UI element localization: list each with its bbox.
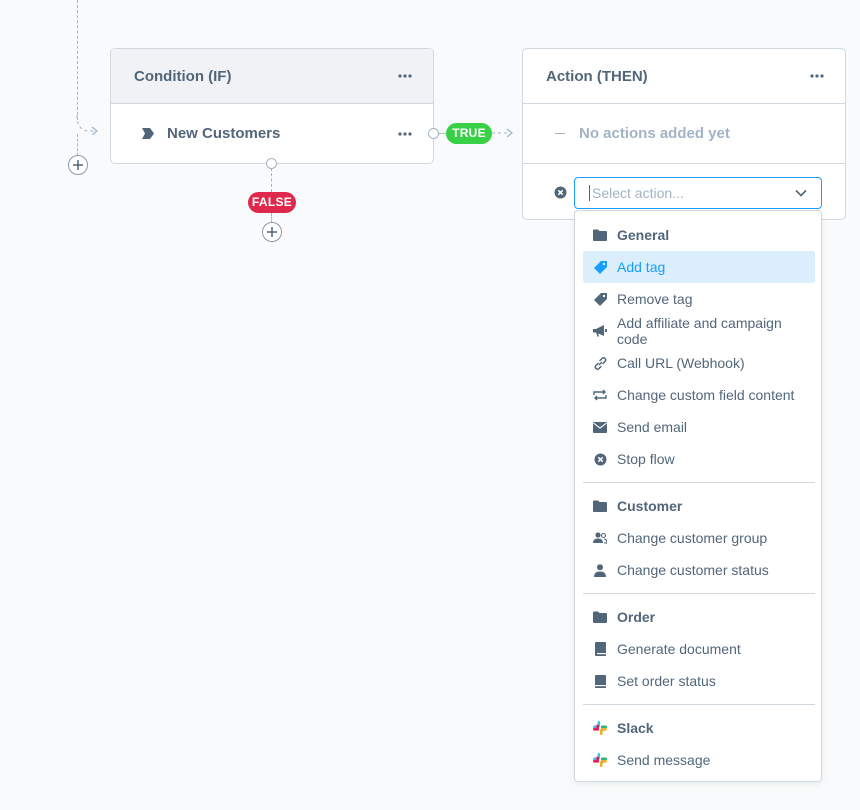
folder-icon (593, 228, 607, 242)
x-circle-icon (593, 452, 607, 466)
false-branch-badge[interactable]: FALSE (248, 192, 296, 213)
action-select[interactable] (574, 177, 822, 209)
swap-icon (593, 388, 607, 402)
rule-more-button[interactable] (393, 124, 417, 144)
condition-card: Condition (IF) New Customers (110, 48, 434, 164)
menu-item-generate-document[interactable]: Generate document (583, 633, 815, 665)
condition-rule-label: New Customers (167, 125, 281, 142)
menu-item-stop-flow[interactable]: Stop flow (583, 443, 815, 475)
condition-title: Condition (IF) (134, 67, 232, 85)
remove-action-button[interactable] (554, 186, 567, 199)
chevron-down-icon (795, 189, 807, 197)
menu-divider (583, 593, 815, 594)
action-empty-row: No actions added yet (523, 104, 845, 164)
menu-item-change-custom-field[interactable]: Change custom field content (583, 379, 815, 411)
link-icon (593, 356, 607, 370)
ellipsis-icon (398, 131, 412, 136)
action-title: Action (THEN) (546, 67, 648, 85)
tag-icon (593, 292, 607, 306)
menu-group-customer: Customer (583, 490, 815, 522)
document-icon (593, 642, 607, 656)
add-step-left-button[interactable] (68, 155, 88, 175)
action-dropdown-menu: General Add tag Remove tag Add affiliate… (574, 210, 822, 782)
menu-item-send-message[interactable]: Send message (583, 744, 815, 776)
menu-divider (583, 482, 815, 483)
menu-group-order: Order (583, 601, 815, 633)
action-more-button[interactable] (805, 66, 829, 86)
condition-rule-row[interactable]: New Customers (111, 104, 433, 163)
action-select-input[interactable] (589, 185, 772, 201)
menu-divider (583, 704, 815, 705)
true-branch-arrow (492, 128, 513, 138)
menu-item-remove-tag[interactable]: Remove tag (583, 283, 815, 315)
dash-icon (555, 133, 565, 134)
slack-icon (593, 721, 607, 735)
tag-icon (593, 260, 607, 274)
ellipsis-icon (398, 74, 412, 78)
menu-item-change-customer-status[interactable]: Change customer status (583, 554, 815, 586)
menu-item-call-url[interactable]: Call URL (Webhook) (583, 347, 815, 379)
ellipsis-icon (810, 74, 824, 78)
folder-icon (593, 610, 607, 624)
x-circle-icon (554, 186, 567, 199)
menu-group-general: General (583, 219, 815, 251)
menu-item-change-customer-group[interactable]: Change customer group (583, 522, 815, 554)
envelope-icon (593, 420, 607, 434)
users-icon (593, 531, 607, 545)
add-step-false-button[interactable] (262, 222, 282, 242)
action-empty-text: No actions added yet (579, 125, 730, 142)
connector-line-left-lower (77, 134, 78, 156)
menu-item-set-order-status[interactable]: Set order status (583, 665, 815, 697)
connector-line-left (77, 0, 78, 120)
menu-group-slack: Slack (583, 712, 815, 744)
true-branch-badge[interactable]: TRUE (446, 123, 492, 144)
connector-curve-left (76, 115, 98, 135)
condition-more-button[interactable] (393, 66, 417, 86)
status-icon (593, 674, 607, 688)
false-branch-line (271, 168, 272, 192)
slack-icon (593, 753, 607, 767)
condition-card-header: Condition (IF) (111, 49, 433, 104)
menu-item-add-tag[interactable]: Add tag (583, 251, 815, 283)
megaphone-icon (593, 324, 607, 338)
folder-icon (593, 499, 607, 513)
menu-item-add-affiliate[interactable]: Add affiliate and campaign code (583, 315, 815, 347)
user-icon (593, 563, 607, 577)
rule-icon (142, 128, 154, 139)
action-card-header: Action (THEN) (523, 49, 845, 104)
menu-item-send-email[interactable]: Send email (583, 411, 815, 443)
